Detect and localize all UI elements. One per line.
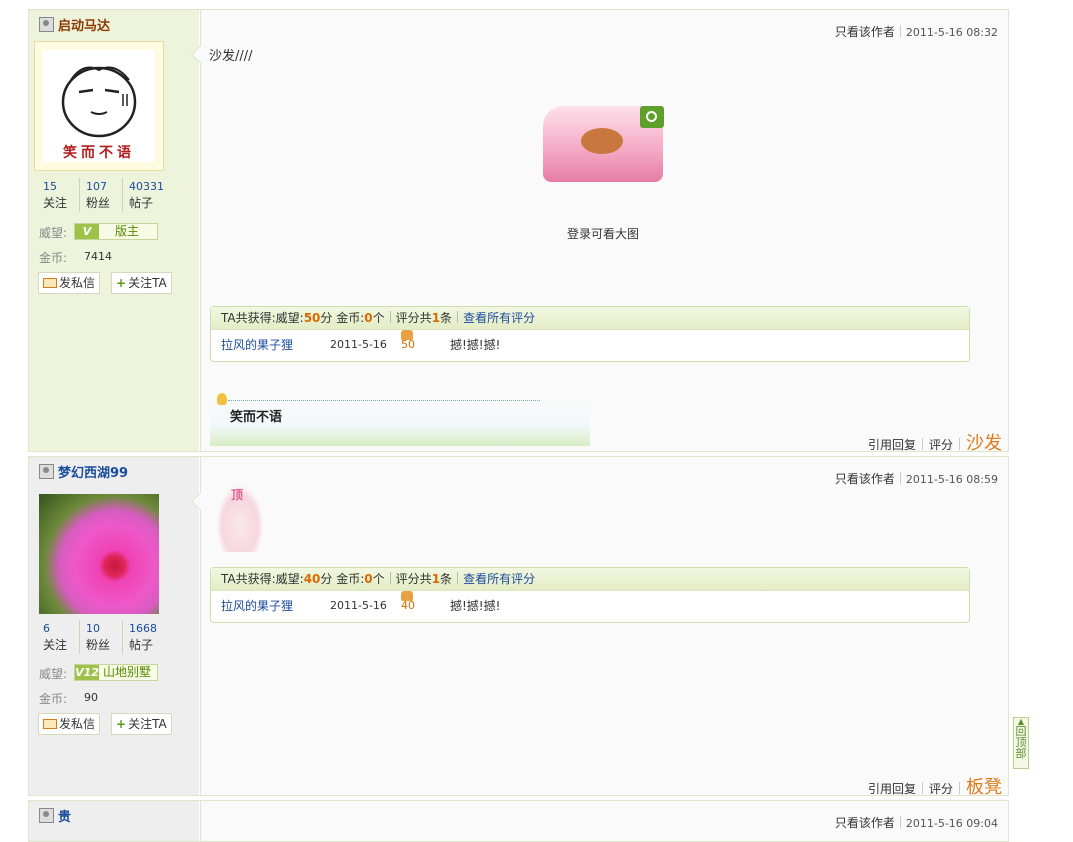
avatar-caption: 笑而不语 <box>63 145 135 161</box>
coins-label: 金币: <box>39 251 68 265</box>
author-name[interactable]: 贵 <box>39 808 71 826</box>
post-body: 只看该作者 2011-5-16 08:32 沙发//// 登录可看大图 TA共获得… <box>191 10 1008 454</box>
view-all-ratings-link[interactable]: 查看所有评分 <box>463 572 535 586</box>
post-1: 启动马达 笑而不语 15关注 107粉丝 40331帖子 威望: V 版主 <box>28 9 1009 454</box>
author-name[interactable]: 梦幻西湖99 <box>39 464 128 482</box>
plus-icon: + <box>116 276 127 290</box>
stat-fans[interactable]: 107 粉丝 <box>79 178 122 212</box>
rating-comment: 撼!撼!撼! <box>450 599 501 613</box>
rate-link[interactable]: 评分 <box>929 438 953 452</box>
only-author-link[interactable]: 只看该作者 <box>835 816 895 830</box>
stat-fans[interactable]: 10 粉丝 <box>79 620 122 654</box>
dog-figure <box>581 128 623 154</box>
view-all-ratings-link[interactable]: 查看所有评分 <box>463 311 535 325</box>
rating-date: 2011-5-16 <box>330 599 387 612</box>
post-time: 2011-5-16 08:32 <box>905 26 998 39</box>
stat-posts[interactable]: 40331 帖子 <box>122 178 165 212</box>
rank-title: 山地别墅 <box>102 665 151 679</box>
post-actions: 引用回复 评分 沙发 <box>868 429 1002 455</box>
zoom-icon[interactable] <box>640 106 664 128</box>
signature: 笑而不语 <box>210 393 590 446</box>
quote-reply-link[interactable]: 引用回复 <box>868 782 916 796</box>
coins-value: 7414 <box>84 250 112 263</box>
emoticon: 顶 <box>217 486 263 552</box>
coins-label: 金币: <box>39 692 68 706</box>
rating-score: 40 <box>401 599 415 612</box>
rating-row: 拉风的果子狸 2011-5-16 50 撼!撼!撼! <box>211 330 969 360</box>
author-sidebar: 启动马达 笑而不语 15关注 107粉丝 40331帖子 威望: V 版主 <box>29 10 199 451</box>
coins-value: 90 <box>84 691 98 704</box>
rank-level: V <box>75 224 99 239</box>
author-stats: 15 关注 107 粉丝 40331 帖子 <box>37 178 165 212</box>
avatar[interactable] <box>39 494 159 614</box>
avatar-image: 笑而不语 <box>43 50 155 162</box>
author-sidebar: 贵 <box>29 801 199 841</box>
stat-following[interactable]: 15 关注 <box>37 178 79 212</box>
floor-label: 板凳 <box>966 777 1002 798</box>
floor-label: 沙发 <box>966 433 1002 454</box>
quote-reply-link[interactable]: 引用回复 <box>868 438 916 452</box>
stat-following[interactable]: 6 关注 <box>37 620 79 654</box>
rater-link[interactable]: 拉风的果子狸 <box>221 599 293 613</box>
author-name[interactable]: 启动马达 <box>39 17 110 35</box>
plus-icon: + <box>116 717 127 731</box>
send-message-button[interactable]: 发私信 <box>38 272 101 294</box>
rating-header: TA共获得:威望:50分 金币:0个 评分共1条 查看所有评分 <box>211 307 969 330</box>
rank-title: 版主 <box>114 224 139 238</box>
envelope-icon <box>43 719 57 729</box>
avatar[interactable]: 笑而不语 <box>34 41 164 171</box>
rank-level: V12 <box>75 665 99 680</box>
post-meta: 只看该作者 2011-5-16 08:59 <box>835 470 998 487</box>
post-actions: 引用回复 评分 板凳 <box>868 773 1002 799</box>
login-tip: 登录可看大图 <box>567 227 640 241</box>
only-author-link[interactable]: 只看该作者 <box>835 25 895 39</box>
post-3: 贵 只看该作者 2011-5-16 09:04 <box>28 800 1009 842</box>
follow-button[interactable]: + 关注TA <box>111 272 172 294</box>
post-body: 只看该作者 2011-5-16 09:04 <box>200 801 1008 841</box>
follow-button[interactable]: + 关注TA <box>111 713 172 735</box>
prestige-label: 威望: <box>39 226 68 240</box>
post-meta: 只看该作者 2011-5-16 09:04 <box>835 814 998 831</box>
envelope-icon <box>43 278 57 288</box>
back-to-top-button[interactable]: ▲ 回顶部 <box>1013 717 1029 769</box>
lightbulb-icon <box>217 393 227 405</box>
rate-link[interactable]: 评分 <box>929 782 953 796</box>
post-meta: 只看该作者 2011-5-16 08:32 <box>835 23 998 40</box>
rating-date: 2011-5-16 <box>330 338 387 351</box>
rating-header: TA共获得:威望:40分 金币:0个 评分共1条 查看所有评分 <box>211 568 969 591</box>
signature-text: 笑而不语 <box>230 410 283 425</box>
author-sidebar: 梦幻西湖99 6 关注 10 粉丝 1668 帖子 威望: V12 山地别墅 金币: 9… <box>29 457 199 795</box>
post-content: 沙发//// <box>209 49 253 64</box>
user-icon <box>39 464 54 479</box>
rating-score: 50 <box>401 338 415 351</box>
prestige-label: 威望: <box>39 667 68 681</box>
rating-comment: 撼!撼!撼! <box>450 338 501 352</box>
user-icon <box>39 17 54 32</box>
user-icon <box>39 808 54 823</box>
rank-badge: V 版主 <box>74 223 158 240</box>
post-time: 2011-5-16 08:59 <box>905 473 998 486</box>
rating-box: TA共获得:威望:50分 金币:0个 评分共1条 查看所有评分 拉风的果子狸 201… <box>210 306 970 362</box>
post-2: 梦幻西湖99 6 关注 10 粉丝 1668 帖子 威望: V12 山地别墅 金币: 9… <box>28 456 1009 798</box>
rank-badge: V12 山地别墅 <box>74 664 158 681</box>
emoticon-tag: 顶 <box>231 488 244 502</box>
post-body: 只看该作者 2011-5-16 08:59 顶 TA共获得:威望:40分 金币:0… <box>191 457 1008 798</box>
send-message-button[interactable]: 发私信 <box>38 713 101 735</box>
only-author-link[interactable]: 只看该作者 <box>835 472 895 486</box>
stat-posts[interactable]: 1668 帖子 <box>122 620 165 654</box>
rating-box: TA共获得:威望:40分 金币:0个 评分共1条 查看所有评分 拉风的果子狸 201… <box>210 567 970 623</box>
author-stats: 6 关注 10 粉丝 1668 帖子 <box>37 620 165 654</box>
rater-link[interactable]: 拉风的果子狸 <box>221 338 293 352</box>
rating-row: 拉风的果子狸 2011-5-16 40 撼!撼!撼! <box>211 591 969 621</box>
